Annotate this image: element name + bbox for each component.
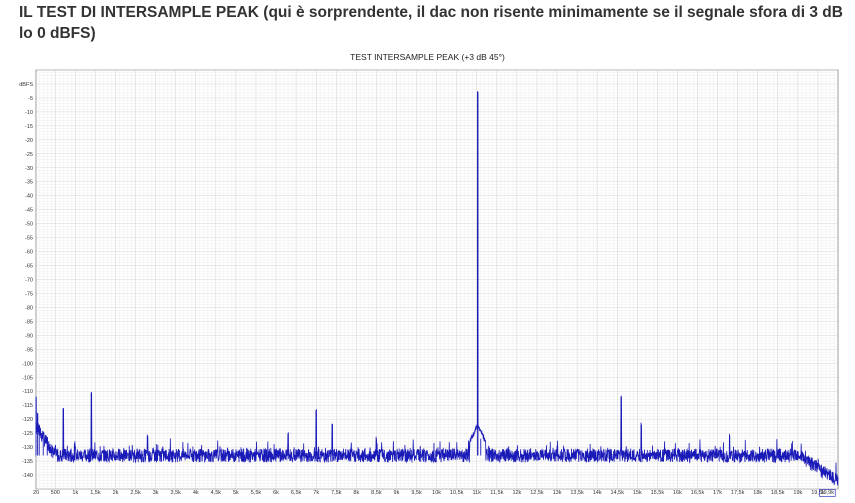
y-tick-label: -45	[25, 208, 33, 214]
y-tick-label: -85	[25, 319, 33, 325]
x-tick-label: 10,5k	[450, 490, 464, 496]
x-tick-label: 6,5k	[291, 490, 302, 496]
y-tick-label: -135	[22, 459, 33, 465]
x-tick-label: 13,5k	[570, 490, 584, 496]
x-tick-label: 1,5k	[90, 490, 101, 496]
x-tick-label: 500	[51, 490, 60, 496]
x-tick-label: 4k	[193, 490, 199, 496]
x-tick-label: 15,5k	[651, 490, 665, 496]
x-axis-ticks: 20 500 1k 1,5k 2k 2,5k 3k 3,5k 4k 4,5k 5k 5,5k 6k 6,5…	[33, 489, 836, 497]
x-tick-label: 19,9k	[821, 490, 835, 496]
x-tick-label: 9,5k	[411, 490, 422, 496]
x-tick-label: 13k	[553, 490, 562, 496]
x-tick-label: 16,5k	[691, 490, 705, 496]
x-tick-label: 14,5k	[610, 490, 624, 496]
y-tick-label: -15	[25, 124, 33, 130]
x-tick-label: 1k	[72, 490, 78, 496]
y-tick-label: -130	[22, 445, 33, 451]
x-tick-label: 6k	[273, 490, 279, 496]
x-tick-label: 16k	[673, 490, 682, 496]
y-tick-label: -140	[22, 473, 33, 479]
y-tick-label: dBFS	[19, 82, 33, 88]
x-tick-label: 17,5k	[731, 490, 745, 496]
x-tick-label: 2,5k	[130, 490, 141, 496]
y-tick-label: -35	[25, 180, 33, 186]
x-tick-label: 11k	[473, 490, 482, 496]
x-tick-label: 9k	[394, 490, 400, 496]
x-tick-label: 17k	[713, 490, 722, 496]
y-tick-label: -55	[25, 236, 33, 242]
y-tick-label: -65	[25, 264, 33, 270]
x-tick-label: 7,5k	[331, 490, 342, 496]
y-tick-label: -5	[28, 96, 33, 102]
y-tick-label: -25	[25, 152, 33, 158]
x-tick-label: 20	[33, 490, 39, 496]
y-tick-label: -75	[25, 291, 33, 297]
y-tick-label: -10	[25, 110, 33, 116]
x-tick-label: 15k	[633, 490, 642, 496]
x-tick-label: 3k	[153, 490, 159, 496]
y-tick-label: -20	[25, 138, 33, 144]
y-tick-label: -60	[25, 250, 33, 256]
y-axis-ticks: dBFS -5 -10 -15 -20 -25 -30 -35 -40 -45 -50 -55 -60 -…	[19, 82, 33, 479]
x-tick-label: 14k	[593, 490, 602, 496]
x-tick-label: 18,5k	[771, 490, 785, 496]
x-tick-label: 12k	[512, 490, 521, 496]
y-tick-label: -30	[25, 166, 33, 172]
spectrum-chart: dBFS -5 -10 -15 -20 -25 -30 -35 -40 -45 -50 -55 -60 -…	[19, 69, 839, 497]
x-tick-label: 5,5k	[251, 490, 262, 496]
y-tick-label: -100	[22, 361, 33, 367]
y-tick-label: -70	[25, 278, 33, 284]
y-tick-label: -125	[22, 431, 33, 437]
y-tick-label: -50	[25, 222, 33, 228]
y-tick-label: -80	[25, 305, 33, 311]
x-tick-label: 2k	[113, 490, 119, 496]
x-tick-label: 4,5k	[211, 490, 222, 496]
y-tick-label: -40	[25, 194, 33, 200]
x-tick-label: 12,5k	[530, 490, 544, 496]
x-tick-label: 5k	[233, 490, 239, 496]
x-tick-label: 11,5k	[490, 490, 503, 496]
y-tick-label: -115	[22, 403, 33, 409]
x-tick-label: 8k	[353, 490, 359, 496]
x-tick-label: 18k	[753, 490, 762, 496]
x-tick-label: 8,5k	[371, 490, 382, 496]
x-tick-label: 3,5k	[170, 490, 181, 496]
y-tick-label: -95	[25, 347, 33, 353]
y-tick-label: -110	[22, 389, 33, 395]
x-tick-label: 7k	[313, 490, 319, 496]
y-tick-label: -120	[22, 417, 33, 423]
y-tick-label: -90	[25, 333, 33, 339]
y-tick-label: -105	[22, 375, 33, 381]
x-tick-label: 10k	[432, 490, 441, 496]
x-tick-label: 19k	[793, 490, 802, 496]
